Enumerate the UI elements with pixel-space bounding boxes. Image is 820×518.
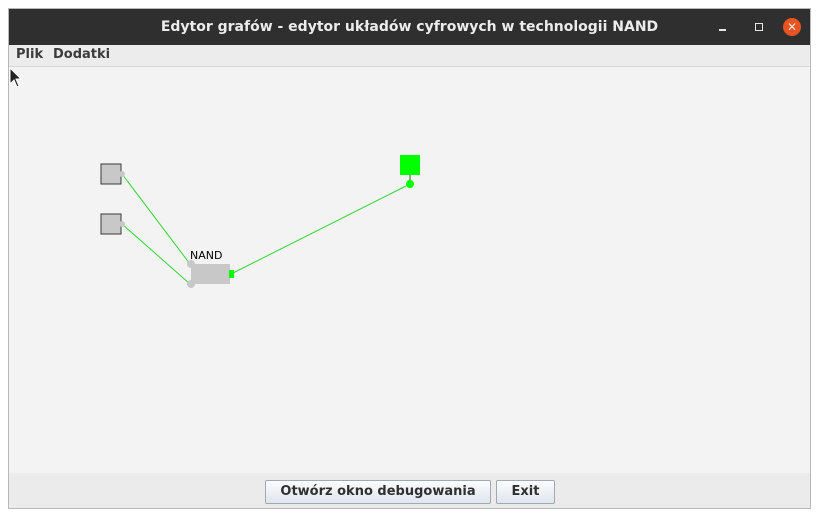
input-1-port — [119, 171, 125, 177]
open-debug-window-button[interactable]: Otwórz okno debugowania — [265, 480, 491, 504]
wire-input2-nand — [121, 223, 191, 285]
input-node-2[interactable] — [100, 213, 122, 235]
wire-nand-output — [230, 183, 411, 275]
bottom-toolbar: Otwórz okno debugowania Exit — [9, 473, 810, 508]
nand-output-port — [229, 270, 234, 278]
output-node[interactable] — [400, 155, 420, 175]
minimize-button[interactable] — [714, 18, 732, 36]
menu-dodatki[interactable]: Dodatki — [53, 47, 110, 62]
menu-plik[interactable]: Plik — [16, 47, 43, 62]
app-window: Edytor grafów - edytor układów cyfrowych… — [8, 8, 811, 509]
input-node-1[interactable] — [100, 163, 122, 185]
graph-canvas[interactable]: NAND — [9, 67, 810, 473]
nand-gate-label: NAND — [190, 249, 222, 262]
close-button[interactable]: ✕ — [783, 18, 801, 36]
mouse-cursor-icon — [9, 67, 23, 88]
nand-input-port-1 — [187, 260, 195, 268]
circuit-diagram: NAND — [100, 155, 420, 288]
nand-gate[interactable] — [191, 264, 230, 284]
menu-bar: Plik Dodatki — [9, 45, 810, 67]
output-port — [406, 180, 414, 188]
maximize-button[interactable] — [750, 18, 768, 36]
nand-input-port-2 — [187, 280, 195, 288]
input-2-port — [119, 221, 125, 227]
title-bar: Edytor grafów - edytor układów cyfrowych… — [9, 9, 810, 45]
close-icon: ✕ — [786, 20, 798, 34]
minimize-icon — [719, 29, 726, 31]
exit-button[interactable]: Exit — [496, 480, 555, 504]
wire-input1-nand — [121, 173, 191, 265]
maximize-icon — [755, 23, 763, 31]
window-title: Edytor grafów - edytor układów cyfrowych… — [160, 19, 659, 35]
